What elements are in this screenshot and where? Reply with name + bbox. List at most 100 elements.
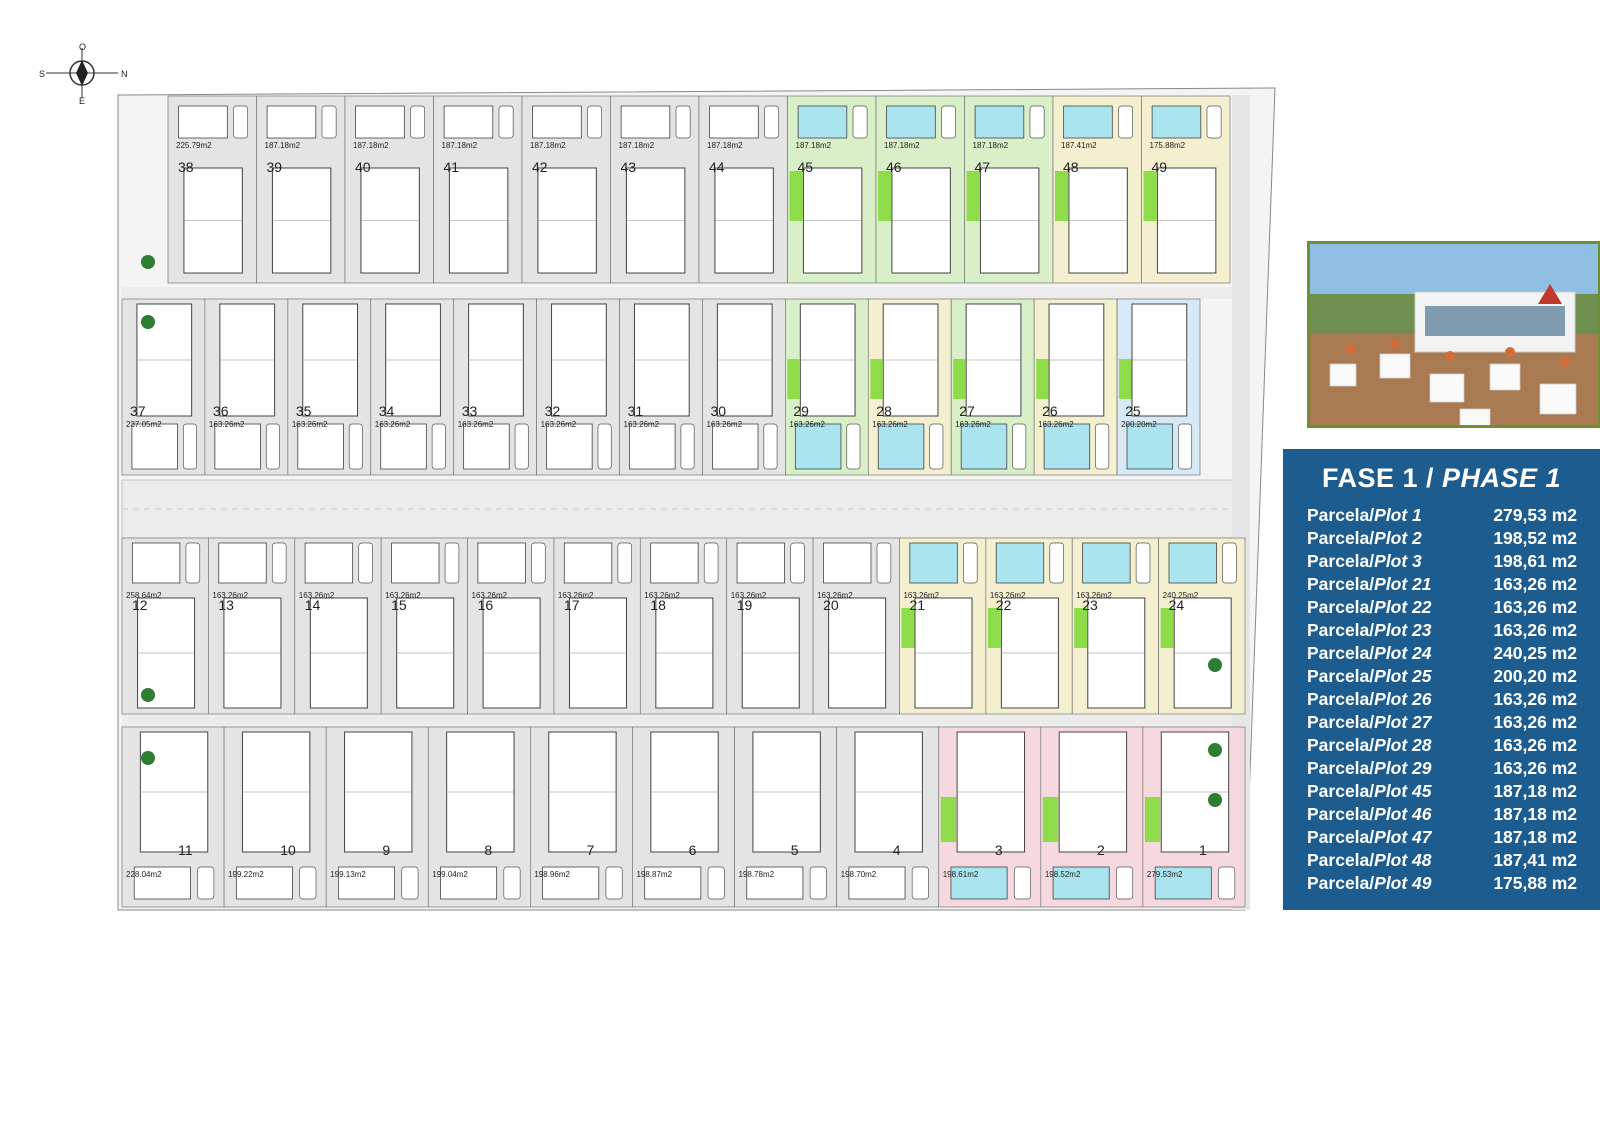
plot-13: 13163.26m2: [208, 537, 296, 715]
plot-area: 163,26 m2: [1493, 689, 1577, 709]
compass-west-label: O: [79, 42, 86, 52]
plot-area-label: 198.52m2: [1045, 870, 1081, 879]
plot-area: 163,26 m2: [1493, 735, 1577, 755]
plot-32: 32163.26m2: [536, 298, 620, 476]
plot-label: Parcela/Plot 28: [1307, 734, 1468, 757]
plot-row: Parcela/Plot 3 198,61 m2: [1307, 550, 1577, 573]
plot-label-en: Plot 22: [1374, 597, 1432, 617]
plot-row: Parcela/Plot 28 163,26 m2: [1307, 734, 1577, 757]
plot-area-label: 200.20m2: [1121, 420, 1157, 429]
phase-table-panel: FASE 1 / PHASE 1 Parcela/Plot 1 279,53 m2…: [1283, 449, 1600, 910]
plot-label-es: Parcela/: [1307, 689, 1375, 709]
plot-area-label: 199.04m2: [432, 870, 468, 879]
plot-row: Parcela/Plot 48 187,41 m2: [1307, 849, 1577, 872]
plot-label-en: Plot 45: [1374, 781, 1432, 801]
plot-label-es: Parcela/: [1307, 643, 1375, 663]
plot-34: 34163.26m2: [370, 298, 455, 476]
plot-number: 41: [444, 159, 460, 175]
plot-number: 10: [280, 842, 296, 858]
plot-28: 28163.26m2: [867, 298, 952, 476]
plot-number: 39: [267, 159, 283, 175]
plot-area-label: 163.26m2: [990, 591, 1026, 600]
plot-area: 240,25 m2: [1493, 643, 1577, 663]
palm-tree-icon: [141, 751, 155, 765]
plot-26: 26163.26m2: [1033, 298, 1118, 476]
plot-area-label: 163.26m2: [955, 420, 991, 429]
plot-6: 6 198.87m2: [632, 726, 735, 908]
plot-number: 26: [1042, 403, 1058, 419]
plot-row: Parcela/Plot 27 163,26 m2: [1307, 711, 1577, 734]
plot-area-label: 163.26m2: [292, 420, 328, 429]
plot-number: 4: [893, 842, 901, 858]
plot-label-en: Plot 1: [1374, 505, 1422, 525]
plot-label: Parcela/Plot 1: [1307, 504, 1468, 527]
plot-number: 27: [959, 403, 975, 419]
plot-1: 1 279.53m2: [1142, 726, 1246, 908]
plot-area-label: 163.26m2: [731, 591, 767, 600]
plot-number: 5: [791, 842, 799, 858]
plot-number: 30: [710, 403, 726, 419]
plot-3: 3 198.61m2: [938, 726, 1042, 908]
plot-area-label: 163.26m2: [706, 420, 742, 429]
plot-label: Parcela/Plot 27: [1307, 711, 1468, 734]
plot-label-en: Plot 25: [1374, 666, 1432, 686]
plot-16: 16163.26m2: [467, 537, 555, 715]
plot-area: 279,53 m2: [1493, 505, 1577, 525]
plot-27: 27163.26m2: [950, 298, 1035, 476]
plot-43: 43 187.18m2: [610, 95, 700, 284]
plot-label-en: Plot 24: [1374, 643, 1432, 663]
plot-row: Parcela/Plot 23 163,26 m2: [1307, 619, 1577, 642]
plot-8: 8 199.04m2: [427, 726, 531, 908]
palm-tree-icon: [141, 688, 155, 702]
plot-area-label: 163.26m2: [872, 420, 908, 429]
plot-area-label: 187.18m2: [884, 141, 920, 150]
plot-number: 9: [382, 842, 390, 858]
compass-south-label: S: [39, 69, 45, 79]
plot-number: 2: [1097, 842, 1105, 858]
plot-number: 25: [1125, 403, 1141, 419]
plot-area-label: 187.18m2: [353, 141, 389, 150]
plot-label-es: Parcela/: [1307, 505, 1375, 525]
plot-11: 11 228.04m2: [121, 726, 225, 908]
plot-label: Parcela/Plot 26: [1307, 688, 1468, 711]
plot-area: 187,18 m2: [1493, 804, 1577, 824]
plot-number: 40: [355, 159, 371, 175]
plot-19: 19163.26m2: [726, 537, 814, 715]
plot-row: Parcela/Plot 1 279,53 m2: [1307, 504, 1577, 527]
plot-7: 7 198.96m2: [530, 726, 633, 908]
plot-label-es: Parcela/: [1307, 620, 1375, 640]
plot-area-label: 199.22m2: [228, 870, 264, 879]
plot-label: Parcela/Plot 24: [1307, 642, 1468, 665]
plot-label-en: Plot 29: [1374, 758, 1432, 778]
lower-street: [122, 715, 1242, 727]
plot-label: Parcela/Plot 25: [1307, 665, 1468, 688]
plot-number: 43: [621, 159, 637, 175]
plot-area-label: 258.64m2: [126, 591, 162, 600]
plot-area-label: 198.96m2: [534, 870, 570, 879]
plot-label-en: Plot 47: [1374, 827, 1432, 847]
phase-title-en: PHASE 1: [1442, 463, 1562, 493]
plot-number: 31: [628, 403, 644, 419]
plot-area-label: 187.18m2: [530, 141, 566, 150]
plot-label-en: Plot 3: [1374, 551, 1422, 571]
plot-47: 47 187.18m2: [964, 95, 1054, 284]
plot-label-en: Plot 46: [1374, 804, 1432, 824]
plot-number: 6: [689, 842, 697, 858]
palm-tree-icon: [141, 315, 155, 329]
plot-area-label: 198.87m2: [636, 870, 672, 879]
plot-label-en: Plot 28: [1374, 735, 1432, 755]
plot-29: 29163.26m2: [785, 298, 869, 476]
palm-tree-icon: [1208, 743, 1222, 757]
plot-label-en: Plot 27: [1374, 712, 1432, 732]
plot-number: 33: [462, 403, 478, 419]
plot-area-label: 163.26m2: [644, 591, 680, 600]
plot-area: 163,26 m2: [1493, 758, 1577, 778]
phase-title: FASE 1 / PHASE 1: [1283, 463, 1600, 494]
plot-31: 31163.26m2: [619, 298, 703, 476]
plot-39: 39 187.18m2: [256, 95, 346, 284]
restaurant-terrace-photo: [1307, 241, 1600, 428]
plot-label-en: Plot 2: [1374, 528, 1422, 548]
plot-2: 2 198.52m2: [1040, 726, 1144, 908]
plot-label: Parcela/Plot 47: [1307, 826, 1468, 849]
plot-area: 163,26 m2: [1493, 620, 1577, 640]
